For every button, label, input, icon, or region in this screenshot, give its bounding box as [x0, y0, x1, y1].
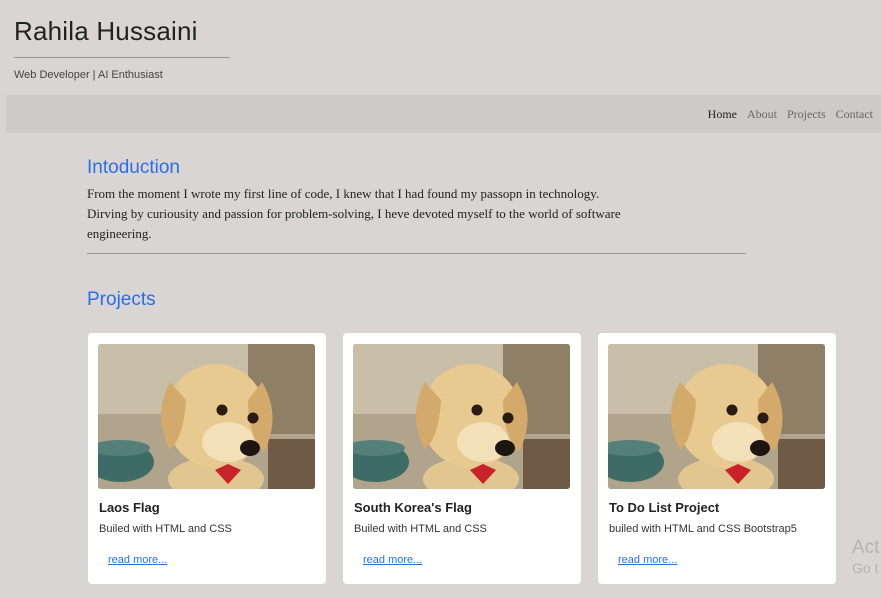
project-card-laos-flag: Laos Flag Builed with HTML and CSS read …	[88, 333, 326, 584]
projects-heading: Projects	[87, 289, 156, 310]
title-divider	[14, 57, 230, 58]
project-card-title: To Do List Project	[609, 500, 720, 515]
tagline: Web Developer | AI Enthusiast	[14, 69, 163, 81]
site-header: Rahila Hussaini Web Developer | AI Enthu…	[14, 14, 230, 81]
project-card-title: South Korea's Flag	[354, 500, 472, 515]
navbar: Home About Projects Contact	[6, 95, 881, 133]
nav-link-projects[interactable]: Projects	[787, 107, 826, 122]
puppy-photo	[608, 344, 825, 489]
nav-links: Home About Projects Contact	[708, 107, 873, 122]
intro-text: From the moment I wrote my first line of…	[87, 184, 746, 244]
intro-line: engineering.	[87, 226, 152, 241]
project-card-image	[353, 344, 570, 489]
intro-line: From the moment I wrote my first line of…	[87, 186, 600, 201]
project-card-description: Builed with HTML and CSS	[354, 523, 487, 535]
watermark-line-2: Go t	[852, 560, 879, 576]
project-card-image	[608, 344, 825, 489]
nav-link-home[interactable]: Home	[708, 107, 737, 122]
project-card-south-korea-flag: South Korea's Flag Builed with HTML and …	[343, 333, 581, 584]
nav-link-about[interactable]: About	[747, 107, 777, 122]
site-title: Rahila Hussaini	[14, 16, 198, 46]
intro-line: Dirving by curiousity and passion for pr…	[87, 206, 621, 221]
puppy-photo	[353, 344, 570, 489]
read-more-link[interactable]: read more...	[618, 554, 677, 566]
project-card-to-do-list: To Do List Project builed with HTML and …	[598, 333, 836, 584]
read-more-link[interactable]: read more...	[363, 554, 422, 566]
project-card-title: Laos Flag	[99, 500, 160, 515]
intro-heading: Intoduction	[87, 157, 180, 178]
read-more-link[interactable]: read more...	[108, 554, 167, 566]
puppy-photo	[98, 344, 315, 489]
project-card-description: Builed with HTML and CSS	[99, 523, 232, 535]
project-card-description: builed with HTML and CSS Bootstrap5	[609, 523, 797, 535]
activation-watermark: Act Go t	[852, 538, 879, 575]
watermark-line-1: Act	[852, 537, 880, 558]
intro-divider	[87, 253, 746, 254]
nav-link-contact[interactable]: Contact	[836, 107, 873, 122]
intro-section: Intoduction From the moment I wrote my f…	[87, 156, 746, 254]
project-card-image	[98, 344, 315, 489]
